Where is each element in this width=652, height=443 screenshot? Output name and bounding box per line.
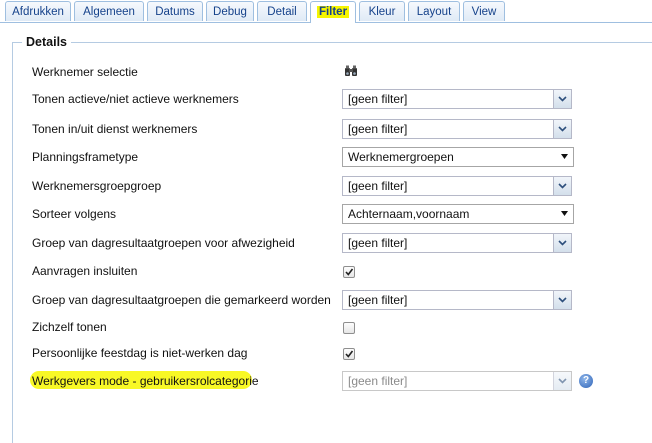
combo-tonen-in-uit-dienst[interactable]: [geen filter]	[342, 119, 572, 139]
tab-debug[interactable]: Debug	[206, 1, 254, 21]
select-value: Achternaam,voornaam	[348, 207, 470, 221]
label-persoonlijke-feestdag: Persoonlijke feestdag is niet-werken dag	[32, 346, 248, 360]
combo-value: [geen filter]	[348, 293, 408, 307]
label-werkgevers-mode: Werkgevers mode - gebruikersrolcategorie	[32, 374, 259, 388]
chevron-down-icon[interactable]	[553, 177, 571, 195]
chevron-down-icon[interactable]	[553, 372, 571, 390]
label-aanvragen-insluiten: Aanvragen insluiten	[32, 264, 138, 278]
chevron-down-icon[interactable]	[553, 291, 571, 309]
binoculars-icon[interactable]	[344, 65, 358, 77]
tab-detail[interactable]: Detail	[257, 1, 307, 21]
combo-dagresultaat-afwezigheid[interactable]: [geen filter]	[342, 233, 572, 253]
tab-datums[interactable]: Datums	[147, 1, 203, 21]
tab-bar: Afdrukken Algemeen Datums Debug Detail F…	[0, 0, 652, 23]
tab-filter[interactable]: Filter	[310, 1, 356, 23]
tab-kleur[interactable]: Kleur	[359, 1, 405, 21]
label-tonen-in-uit-dienst: Tonen in/uit dienst werknemers	[32, 122, 198, 136]
combo-werknemersgroepgroep[interactable]: [geen filter]	[342, 176, 572, 196]
combo-dagresultaat-gemarkeerd[interactable]: [geen filter]	[342, 290, 572, 310]
combo-tonen-actieve[interactable]: [geen filter]	[342, 89, 572, 109]
label-tonen-actieve: Tonen actieve/niet actieve werknemers	[32, 92, 239, 106]
select-value: Werknemergroepen	[348, 150, 454, 164]
chevron-down-icon[interactable]	[553, 234, 571, 252]
label-dagresultaat-afwezigheid: Groep van dagresultaatgroepen voor afwez…	[32, 236, 295, 250]
tab-algemeen[interactable]: Algemeen	[74, 1, 144, 21]
checkbox-aanvragen-insluiten[interactable]	[343, 266, 355, 278]
section-title: Details	[22, 35, 71, 49]
combo-werkgevers-mode[interactable]: [geen filter]	[342, 371, 572, 391]
tab-afdrukken[interactable]: Afdrukken	[5, 1, 71, 21]
checkbox-zichzelf-tonen[interactable]	[343, 322, 355, 334]
label-sorteer-volgens: Sorteer volgens	[32, 207, 117, 221]
checkbox-persoonlijke-feestdag[interactable]	[343, 348, 355, 360]
label-dagresultaat-gemarkeerd: Groep van dagresultaatgroepen die gemark…	[32, 293, 331, 307]
chevron-down-icon[interactable]	[553, 90, 571, 108]
combo-value: [geen filter]	[348, 236, 408, 250]
help-icon[interactable]: ?	[579, 374, 593, 388]
combo-value: [geen filter]	[348, 374, 408, 388]
tab-view[interactable]: View	[463, 1, 505, 21]
chevron-down-icon[interactable]	[553, 120, 571, 138]
combo-value: [geen filter]	[348, 179, 408, 193]
tab-layout[interactable]: Layout	[408, 1, 460, 21]
select-sorteer-volgens[interactable]: Achternaam,voornaam	[342, 204, 574, 224]
triangle-down-icon[interactable]	[556, 205, 573, 223]
label-zichzelf-tonen: Zichzelf tonen	[32, 320, 107, 334]
label-planningsframetype: Planningsframetype	[32, 150, 139, 164]
label-werknemersgroepgroep: Werknemersgroepgroep	[32, 179, 162, 193]
combo-value: [geen filter]	[348, 92, 408, 106]
triangle-down-icon[interactable]	[556, 148, 573, 166]
combo-value: [geen filter]	[348, 122, 408, 136]
select-planningsframetype[interactable]: Werknemergroepen	[342, 147, 574, 167]
label-werknemer-selectie: Werknemer selectie	[32, 65, 138, 79]
